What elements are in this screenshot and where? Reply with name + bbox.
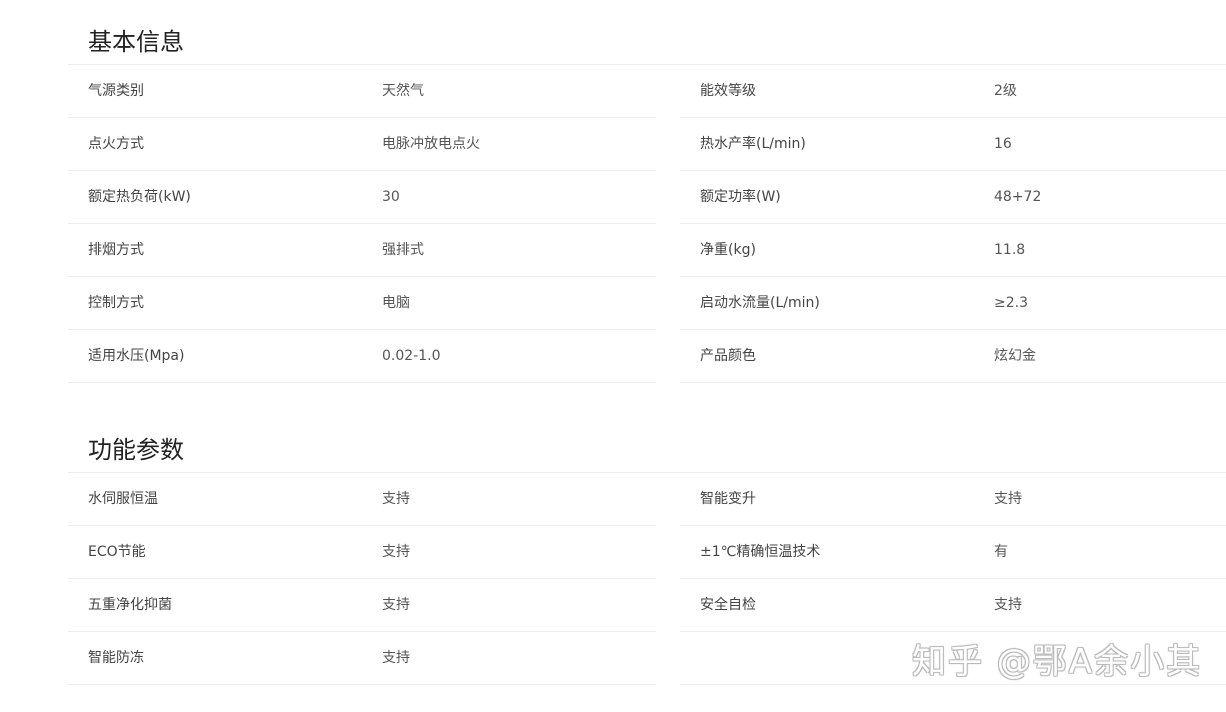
table-row: 水伺服恒温 支持 智能变升 支持 [68, 473, 1226, 526]
spec-cell: 智能防冻 支持 [68, 632, 656, 685]
basic-info-title: 基本信息 [68, 0, 1226, 65]
spec-cell: 水伺服恒温 支持 [68, 473, 656, 526]
spec-value: 有 [994, 544, 1008, 560]
spec-cell: ECO节能 支持 [68, 526, 656, 579]
spec-cell: 适用水压(Mpa) 0.02-1.0 [68, 330, 656, 383]
spec-value: ≥2.3 [994, 295, 1028, 311]
spec-cell: 能效等级 2级 [680, 65, 1226, 118]
spec-label: 点火方式 [88, 136, 144, 152]
spec-cell: 产品颜色 炫幻金 [680, 330, 1226, 383]
spec-value: 11.8 [994, 242, 1026, 258]
spec-value: 支持 [382, 544, 410, 560]
spec-label: 气源类别 [88, 83, 144, 99]
spec-label: 智能变升 [700, 491, 756, 507]
table-row: 五重净化抑菌 支持 安全自检 支持 [68, 579, 1226, 632]
spec-label: 智能防冻 [88, 650, 144, 666]
spec-label: ±1℃精确恒温技术 [700, 544, 821, 560]
functions-title: 功能参数 [68, 408, 1226, 473]
spec-value: 16 [994, 136, 1012, 152]
spec-value: 电脑 [382, 295, 410, 311]
table-row: 适用水压(Mpa) 0.02-1.0 产品颜色 炫幻金 [68, 330, 1226, 383]
spec-value: 支持 [382, 491, 410, 507]
spec-value: 支持 [382, 597, 410, 613]
spec-cell: 点火方式 电脉冲放电点火 [68, 118, 656, 171]
spec-cell: ±1℃精确恒温技术 有 [680, 526, 1226, 579]
basic-info-table: 气源类别 天然气 能效等级 2级 点火方式 电脉冲放电点火 热水产率(L/min… [68, 65, 1226, 383]
spec-label: 水伺服恒温 [88, 491, 158, 507]
table-row: 控制方式 电脑 启动水流量(L/min) ≥2.3 [68, 277, 1226, 330]
spec-label: 额定功率(W) [700, 189, 781, 205]
spec-cell: 额定热负荷(kW) 30 [68, 171, 656, 224]
spec-value: 电脉冲放电点火 [382, 136, 480, 152]
spec-cell: 排烟方式 强排式 [68, 224, 656, 277]
spec-label: 适用水压(Mpa) [88, 348, 185, 364]
spec-label: 净重(kg) [700, 242, 756, 258]
table-row: 排烟方式 强排式 净重(kg) 11.8 [68, 224, 1226, 277]
spec-value: 支持 [994, 597, 1022, 613]
table-row: 气源类别 天然气 能效等级 2级 [68, 65, 1226, 118]
spec-label: 产品颜色 [700, 348, 756, 364]
spec-label: 排烟方式 [88, 242, 144, 258]
spec-label: 五重净化抑菌 [88, 597, 172, 613]
spec-value: 炫幻金 [994, 348, 1036, 364]
spec-cell: 额定功率(W) 48+72 [680, 171, 1226, 224]
spec-value: 2级 [994, 83, 1017, 99]
watermark: 知乎 @鄂A余小其 [912, 642, 1203, 682]
spec-label: ECO节能 [88, 544, 146, 560]
spec-value: 天然气 [382, 83, 424, 99]
spec-value: 0.02-1.0 [382, 348, 441, 364]
spec-cell: 启动水流量(L/min) ≥2.3 [680, 277, 1226, 330]
spec-value: 30 [382, 189, 400, 205]
table-row: 额定热负荷(kW) 30 额定功率(W) 48+72 [68, 171, 1226, 224]
spec-value: 强排式 [382, 242, 424, 258]
spec-value: 支持 [994, 491, 1022, 507]
spec-label: 启动水流量(L/min) [700, 295, 820, 311]
basic-info-section: 基本信息 气源类别 天然气 能效等级 2级 点火方式 电脉冲放电点火 热水产率(… [68, 0, 1226, 383]
spec-label: 控制方式 [88, 295, 144, 311]
spec-cell: 智能变升 支持 [680, 473, 1226, 526]
table-row: 点火方式 电脉冲放电点火 热水产率(L/min) 16 [68, 118, 1226, 171]
spec-label: 热水产率(L/min) [700, 136, 806, 152]
spec-cell: 气源类别 天然气 [68, 65, 656, 118]
spec-label: 额定热负荷(kW) [88, 189, 191, 205]
spec-cell: 控制方式 电脑 [68, 277, 656, 330]
spec-value: 支持 [382, 650, 410, 666]
spec-cell: 净重(kg) 11.8 [680, 224, 1226, 277]
spec-cell: 五重净化抑菌 支持 [68, 579, 656, 632]
spec-cell: 热水产率(L/min) 16 [680, 118, 1226, 171]
spec-label: 能效等级 [700, 83, 756, 99]
table-row: ECO节能 支持 ±1℃精确恒温技术 有 [68, 526, 1226, 579]
spec-value: 48+72 [994, 189, 1042, 205]
spec-label: 安全自检 [700, 597, 756, 613]
spec-cell: 安全自检 支持 [680, 579, 1226, 632]
